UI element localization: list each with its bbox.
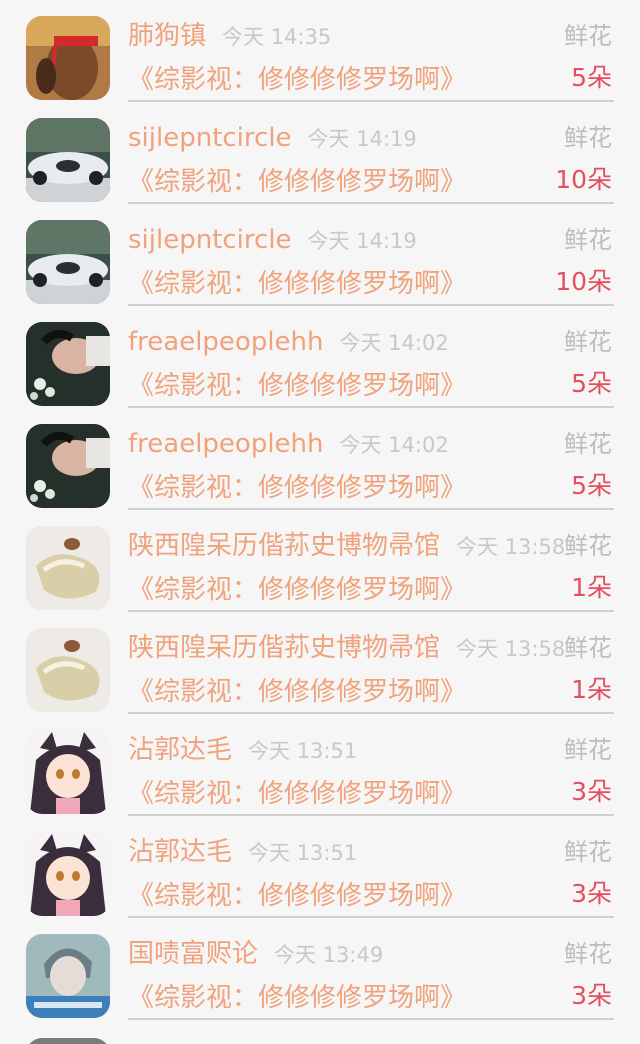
avatar-concept-car-photo xyxy=(26,118,110,202)
gift-count: 3朵 xyxy=(571,777,612,806)
list-item[interactable]: 肺狗镇 今天 14:35 鲜花 《综影视：修修修修罗场啊》 5朵 xyxy=(0,0,640,102)
avatar[interactable] xyxy=(26,730,110,814)
sender-name: freaelpeoplehh 今天 14:02 xyxy=(128,324,449,361)
avatar[interactable] xyxy=(26,934,110,1018)
avatar-anime-catgirl xyxy=(26,832,110,916)
sender-name: 陕西隍呆历偕荪史博物帚馆 今天 13:58 xyxy=(128,528,565,565)
gift-count: 3朵 xyxy=(571,879,612,908)
book-title[interactable]: 《综影视：修修修修罗场啊》 xyxy=(128,368,466,404)
list-item[interactable]: 陕西隍呆历偕荪史博物帚馆 今天 13:58 鲜花 《综影视：修修修修罗场啊》 1朵 xyxy=(0,510,640,612)
timestamp: 今天 13:49 xyxy=(274,943,384,967)
list-item[interactable]: 沾郭达毛 今天 13:51 鲜花 《综影视：修修修修罗场啊》 3朵 xyxy=(0,816,640,918)
timestamp: 今天 13:51 xyxy=(248,739,358,763)
sender-name-text: freaelpeoplehh xyxy=(128,327,324,357)
avatar-pearl-shell-photo xyxy=(26,526,110,610)
gift-type-label: 鲜花 xyxy=(564,226,612,254)
gift-type-label: 鲜花 xyxy=(564,838,612,866)
gift-count: 10朵 xyxy=(555,165,612,194)
list-item[interactable]: 国啧富赆论 今天 13:49 鲜花 《综影视：修修修修罗场啊》 3朵 xyxy=(0,918,640,1020)
sender-name-text: 国啧富赆论 xyxy=(128,939,259,969)
gift-count: 1朵 xyxy=(571,573,612,602)
avatar-person-flowers-photo xyxy=(26,322,110,406)
timestamp: 今天 13:51 xyxy=(248,841,358,865)
sender-name-text: sijlepntcircle xyxy=(128,225,292,255)
avatar[interactable] xyxy=(26,322,110,406)
timestamp: 今天 14:02 xyxy=(339,331,449,355)
gift-type-label: 鲜花 xyxy=(564,532,612,560)
avatar[interactable] xyxy=(26,16,110,100)
timestamp: 今天 14:35 xyxy=(222,25,332,49)
gift-type-label: 鲜花 xyxy=(564,634,612,662)
sender-name-text: sijlepntcircle xyxy=(128,123,292,153)
avatar-concept-car-photo xyxy=(26,220,110,304)
gift-count: 1朵 xyxy=(571,675,612,704)
avatar-red-bandana-photo xyxy=(26,16,110,100)
gift-count: 5朵 xyxy=(571,471,612,500)
list-item[interactable]: 陕西隍呆历偕荪史博物帚馆 今天 13:58 鲜花 《综影视：修修修修罗场啊》 1朵 xyxy=(0,612,640,714)
timestamp: 今天 13:58 xyxy=(456,637,566,661)
avatar-person-flowers-photo xyxy=(26,424,110,508)
gift-type-label: 鲜花 xyxy=(564,328,612,356)
avatar[interactable] xyxy=(26,628,110,712)
gift-list: 肺狗镇 今天 14:35 鲜花 《综影视：修修修修罗场啊》 5朵 sijlepnt… xyxy=(0,0,640,1044)
avatar-anime-catgirl xyxy=(26,730,110,814)
sender-name-text: 肺狗镇 xyxy=(128,21,207,51)
book-title[interactable]: 《综影视：修修修修罗场啊》 xyxy=(128,980,466,1016)
gift-type-label: 鲜花 xyxy=(564,430,612,458)
book-title[interactable]: 《综影视：修修修修罗场啊》 xyxy=(128,470,466,506)
book-title[interactable]: 《综影视：修修修修罗场啊》 xyxy=(128,878,466,914)
sender-name-text: 沾郭达毛 xyxy=(128,837,233,867)
book-title[interactable]: 《综影视：修修修修罗场啊》 xyxy=(128,164,466,200)
book-title[interactable]: 《综影视：修修修修罗场啊》 xyxy=(128,776,466,812)
timestamp: 今天 14:02 xyxy=(339,433,449,457)
sender-name: sijlepntcircle 今天 14:19 xyxy=(128,120,417,157)
sender-name: 肺狗镇 今天 14:35 xyxy=(128,18,331,55)
avatar[interactable] xyxy=(26,1038,110,1044)
list-item[interactable]: freaelpeoplehh 今天 14:02 鲜花 《综影视：修修修修罗场啊》 … xyxy=(0,408,640,510)
avatar[interactable] xyxy=(26,832,110,916)
gift-type-label: 鲜花 xyxy=(564,940,612,968)
gift-type-label: 鲜花 xyxy=(564,736,612,764)
sender-name: sijlepntcircle 今天 14:19 xyxy=(128,222,417,259)
book-title[interactable]: 《综影视：修修修修罗场啊》 xyxy=(128,572,466,608)
avatar[interactable] xyxy=(26,220,110,304)
list-item[interactable]: sijlepntcircle 今天 14:19 鲜花 《综影视：修修修修罗场啊》 … xyxy=(0,102,640,204)
timestamp: 今天 14:19 xyxy=(307,127,417,151)
book-title[interactable]: 《综影视：修修修修罗场啊》 xyxy=(128,674,466,710)
sender-name-text: 陕西隍呆历偕荪史博物帚馆 xyxy=(128,633,441,663)
avatar[interactable] xyxy=(26,424,110,508)
sender-name: 国啧富赆论 今天 13:49 xyxy=(128,936,383,973)
gift-count: 10朵 xyxy=(555,267,612,296)
list-item[interactable]: sijlepntcircle 今天 14:19 鲜花 《综影视：修修修修罗场啊》 … xyxy=(0,204,640,306)
gift-count: 3朵 xyxy=(571,981,612,1010)
sender-name: freaelpeoplehh 今天 14:02 xyxy=(128,426,449,463)
list-item[interactable]: freaelpeoplehh 今天 14:02 鲜花 《综影视：修修修修罗场啊》 … xyxy=(0,306,640,408)
timestamp: 今天 14:19 xyxy=(307,229,417,253)
gift-type-label: 鲜花 xyxy=(564,124,612,152)
avatar-boy-photo xyxy=(26,934,110,1018)
sender-name: 沾郭达毛 今天 13:51 xyxy=(128,732,357,769)
sender-name-text: freaelpeoplehh xyxy=(128,429,324,459)
book-title[interactable]: 《综影视：修修修修罗场啊》 xyxy=(128,266,466,302)
gift-count: 5朵 xyxy=(571,369,612,398)
book-title[interactable]: 《综影视：修修修修罗场啊》 xyxy=(128,62,466,98)
avatar-pearl-shell-photo xyxy=(26,628,110,712)
sender-name: 沾郭达毛 今天 13:51 xyxy=(128,834,357,871)
sender-name-text: 沾郭达毛 xyxy=(128,735,233,765)
sender-name: 陕西隍呆历偕荪史博物帚馆 今天 13:58 xyxy=(128,630,565,667)
timestamp: 今天 13:58 xyxy=(456,535,566,559)
avatar[interactable] xyxy=(26,118,110,202)
sender-name-text: 陕西隍呆历偕荪史博物帚馆 xyxy=(128,531,441,561)
list-item[interactable]: 沾郭达毛 今天 13:51 鲜花 《综影视：修修修修罗场啊》 3朵 xyxy=(0,714,640,816)
gift-type-label: 鲜花 xyxy=(564,22,612,50)
avatar[interactable] xyxy=(26,526,110,610)
gift-count: 5朵 xyxy=(571,63,612,92)
divider xyxy=(128,1018,614,1020)
